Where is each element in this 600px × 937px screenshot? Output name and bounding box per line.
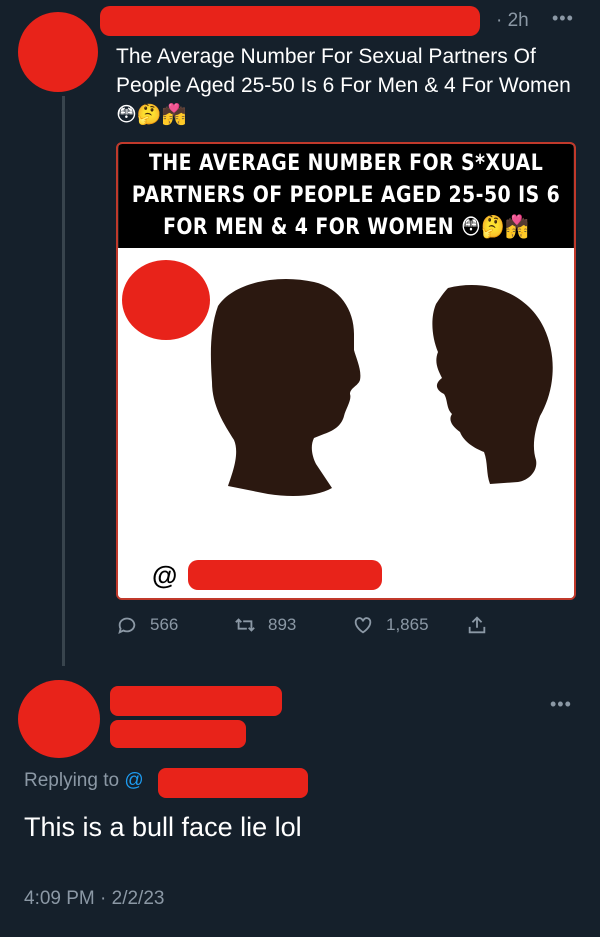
replying-to-handle-redacted[interactable] [158, 768, 308, 798]
image-headline-emojis: 😳🤔💏 [460, 215, 530, 240]
tweet-text: The Average Number For Sexual Partners O… [116, 42, 586, 130]
more-dots-icon[interactable]: ••• [552, 8, 574, 29]
reply-count: 566 [150, 615, 179, 634]
reply-icon [118, 617, 136, 635]
retweet-icon [235, 618, 255, 632]
tweet-time[interactable]: · 2h [496, 10, 529, 32]
reply-author-avatar-redacted[interactable] [18, 680, 100, 758]
tweet-body: The Average Number For Sexual Partners O… [116, 45, 571, 97]
reply-author-handle-redacted[interactable] [110, 720, 246, 748]
heart-icon [354, 617, 372, 634]
share-button[interactable] [466, 614, 500, 636]
woman-silhouette [432, 285, 553, 484]
reply-button[interactable]: 566 [116, 614, 178, 636]
image-headline: THE AVERAGE NUMBER FOR S*XUAL PARTNERS O… [118, 144, 574, 248]
reply-text: This is a bull face lie lol [24, 812, 302, 842]
image-handle-redacted [188, 560, 382, 590]
tweet-image[interactable]: THE AVERAGE NUMBER FOR S*XUAL PARTNERS O… [116, 142, 576, 600]
author-name-redacted[interactable] [100, 6, 480, 36]
image-at-symbol: @ [152, 560, 178, 590]
replying-to-label: Replying to [24, 770, 120, 791]
retweet-button[interactable]: 893 [234, 614, 296, 636]
like-count: 1,865 [386, 615, 429, 634]
watermark-logo-redacted [122, 260, 210, 340]
author-avatar-redacted[interactable] [18, 12, 98, 92]
replying-to-at[interactable]: @ [124, 770, 143, 791]
replying-to-line: Replying to @ [24, 770, 144, 792]
reply-author-name-redacted[interactable] [110, 686, 282, 716]
thread-connector-line [62, 96, 65, 666]
tweet-action-bar: 566 893 1,865 [116, 614, 516, 642]
share-icon [468, 616, 486, 634]
retweet-count: 893 [268, 615, 297, 634]
tweet-emojis: 😳🤔💏 [116, 104, 187, 126]
reply-timestamp[interactable]: 4:09 PM · 2/2/23 [24, 888, 164, 910]
image-body: @ [118, 248, 574, 598]
man-silhouette [210, 279, 361, 496]
like-button[interactable]: 1,865 [352, 614, 429, 636]
reply-more-dots-icon[interactable]: ••• [550, 694, 572, 715]
